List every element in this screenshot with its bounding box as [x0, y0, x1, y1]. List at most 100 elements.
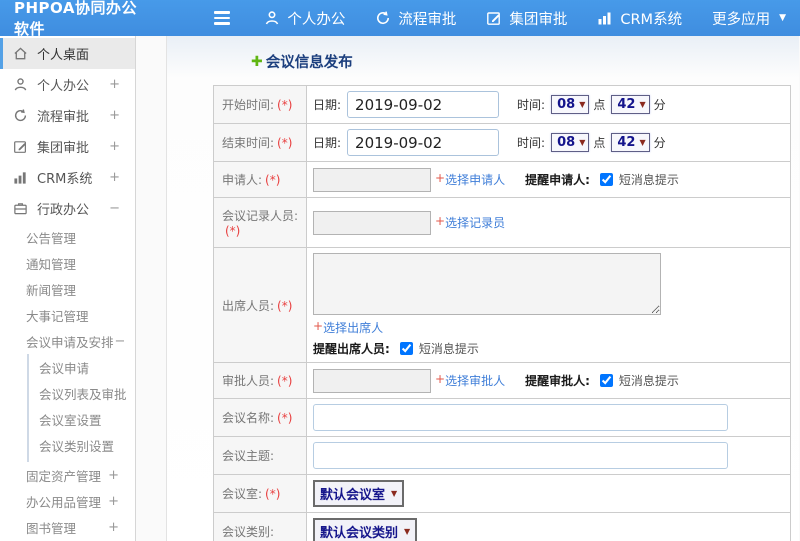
- row-applicant: 申请人: (*) + 选择申请人 提醒申请人: 短消息提示: [213, 161, 791, 198]
- chart-icon: [597, 10, 613, 26]
- applicant-sms-checkbox[interactable]: [599, 173, 613, 186]
- briefcase-icon: [14, 203, 27, 215]
- sidebar-item-fixed-assets-mgmt[interactable]: 固定资产管理 +: [0, 462, 135, 488]
- caret-down-icon: ▼: [779, 13, 786, 23]
- end-hour-select[interactable]: 08 ▼: [551, 133, 590, 152]
- applicant-input[interactable]: [313, 167, 431, 192]
- sidebar-item-office-supplies-mgmt[interactable]: 办公用品管理 +: [0, 488, 135, 514]
- attendees-textarea[interactable]: [313, 253, 661, 315]
- nav-process-approval[interactable]: 流程审批: [375, 8, 456, 29]
- process-icon: [14, 109, 27, 122]
- recorder-input[interactable]: [313, 210, 431, 235]
- meeting-name-input[interactable]: [313, 404, 728, 431]
- collapse-minus-icon[interactable]: −: [109, 201, 120, 216]
- approver-sms-checkbox[interactable]: [599, 374, 613, 387]
- row-start-time: 开始时间:(*) 日期: 时间: 08▼ 点 42▼ 分: [213, 85, 791, 124]
- caret-down-icon: ▼: [639, 138, 646, 147]
- end-date-input[interactable]: [347, 129, 500, 156]
- row-meeting-category: 会议类别: 默认会议类别 ▼: [213, 512, 791, 541]
- start-hour-select[interactable]: 08 ▼: [551, 95, 590, 114]
- date-label: 日期:: [313, 136, 342, 150]
- expand-plus-icon[interactable]: +: [108, 494, 119, 509]
- topbar: PHPOA协同办公软件 个人办公 流程审批 集团审批 CRM系统 更多应用 ▼: [0, 0, 800, 38]
- caret-down-icon: ▼: [391, 489, 398, 498]
- required-marker: (*): [277, 136, 293, 150]
- meeting-category-select[interactable]: 默认会议类别 ▼: [313, 518, 418, 541]
- top-nav: 个人办公 流程审批 集团审批 CRM系统 更多应用 ▼: [264, 8, 786, 29]
- end-minute-select[interactable]: 42 ▼: [611, 133, 650, 152]
- nav-more-apps[interactable]: 更多应用 ▼: [712, 8, 786, 29]
- caret-down-icon: ▼: [579, 100, 586, 109]
- sidebar-item-news-mgmt[interactable]: 新闻管理: [0, 276, 135, 302]
- app-brand: PHPOA协同办公软件: [14, 0, 137, 38]
- hamburger-icon[interactable]: [214, 11, 231, 25]
- meeting-room-select[interactable]: 默认会议室 ▼: [313, 480, 405, 507]
- sidebar-item-announcement-mgmt[interactable]: 公告管理: [0, 224, 135, 250]
- page-title: ✚ 会议信息发布: [251, 53, 353, 72]
- choose-recorder-link[interactable]: + 选择记录员: [435, 214, 505, 231]
- row-attendees: 出席人员: (*) + 选择出席人 提醒出席人员: 短消息提示: [213, 247, 791, 363]
- required-marker: (*): [277, 298, 293, 313]
- row-meeting-topic: 会议主题:: [213, 436, 791, 475]
- nav-group-approval[interactable]: 集团审批: [486, 8, 567, 29]
- sidebar-item-process-approval[interactable]: 流程审批 +: [0, 100, 135, 131]
- attendees-sms-checkbox[interactable]: [399, 342, 413, 355]
- collapse-minus-icon[interactable]: −: [115, 334, 126, 349]
- nav-personal-office[interactable]: 个人办公: [264, 8, 345, 29]
- chart-icon: [14, 172, 26, 184]
- sidebar-item-personal-desktop[interactable]: 个人桌面: [0, 38, 135, 69]
- caret-down-icon: ▼: [404, 527, 411, 536]
- required-marker: (*): [225, 224, 241, 238]
- sidebar-item-meeting-category-settings[interactable]: 会议类别设置: [29, 434, 135, 460]
- sidebar-item-meeting-room-settings[interactable]: 会议室设置: [29, 408, 135, 434]
- expand-plus-icon[interactable]: +: [108, 520, 119, 535]
- sidebar-item-events-mgmt[interactable]: 大事记管理: [0, 302, 135, 328]
- row-end-time: 结束时间:(*) 日期: 时间: 08▼ 点 42▼ 分: [213, 123, 791, 162]
- required-marker: (*): [277, 374, 293, 388]
- sidebar-item-admin-office[interactable]: 行政办公 −: [0, 193, 135, 224]
- sidebar-item-meeting-apply-arrange[interactable]: 会议申请及安排 −: [0, 328, 135, 354]
- required-marker: (*): [277, 411, 293, 425]
- sidebar-item-meeting-apply[interactable]: 会议申请: [29, 356, 135, 382]
- date-label: 日期:: [313, 98, 342, 112]
- row-meeting-name: 会议名称: (*): [213, 398, 791, 437]
- green-plus-icon: ✚: [251, 53, 263, 70]
- meeting-form: 开始时间:(*) 日期: 时间: 08▼ 点 42▼ 分 结束时间:(*) 日期…: [213, 85, 791, 541]
- row-meeting-room: 会议室: (*) 默认会议室 ▼: [213, 474, 791, 513]
- expand-plus-icon[interactable]: +: [109, 108, 120, 123]
- expand-plus-icon[interactable]: +: [109, 170, 120, 185]
- expand-plus-icon[interactable]: +: [108, 468, 119, 483]
- sidebar: 个人桌面 个人办公 + 流程审批 + 集团审批 + CRM系统 + 行政办公 −: [0, 36, 136, 541]
- sidebar-item-crm[interactable]: CRM系统 +: [0, 162, 135, 193]
- start-minute-select[interactable]: 42 ▼: [611, 95, 650, 114]
- sidebar-item-personal-office[interactable]: 个人办公 +: [0, 69, 135, 100]
- caret-down-icon: ▼: [639, 100, 646, 109]
- sidebar-item-meeting-list-approval[interactable]: 会议列表及审批: [29, 382, 135, 408]
- choose-applicant-link[interactable]: + 选择申请人: [435, 171, 505, 188]
- time-label: 时间:: [517, 98, 546, 112]
- sidebar-item-notice-mgmt[interactable]: 通知管理: [0, 250, 135, 276]
- time-label: 时间:: [517, 136, 546, 150]
- edit-icon: [14, 141, 26, 153]
- approver-input[interactable]: [313, 368, 431, 393]
- expand-plus-icon[interactable]: +: [109, 139, 120, 154]
- start-date-input[interactable]: [347, 91, 500, 118]
- required-marker: (*): [277, 98, 293, 112]
- choose-approver-link[interactable]: + 选择审批人: [435, 372, 505, 389]
- sidebar-item-group-approval[interactable]: 集团审批 +: [0, 131, 135, 162]
- meeting-submenu: 会议申请 会议列表及审批 会议室设置 会议类别设置: [27, 354, 135, 462]
- sidebar-item-books-mgmt[interactable]: 图书管理 +: [0, 514, 135, 540]
- expand-plus-icon[interactable]: +: [109, 77, 120, 92]
- caret-down-icon: ▼: [579, 138, 586, 147]
- nav-crm[interactable]: CRM系统: [597, 8, 682, 29]
- row-approver: 审批人员: (*) + 选择审批人 提醒审批人: 短消息提示: [213, 362, 791, 399]
- home-icon: [14, 47, 27, 60]
- meeting-topic-input[interactable]: [313, 442, 728, 469]
- required-marker: (*): [265, 487, 281, 501]
- person-icon: [264, 10, 280, 26]
- person-icon: [14, 78, 27, 91]
- edit-icon: [486, 10, 502, 26]
- choose-attendees-link[interactable]: + 选择出席人: [313, 319, 784, 336]
- process-icon: [375, 10, 391, 26]
- main-content: ✚ 会议信息发布 开始时间:(*) 日期: 时间: 08▼ 点 42▼ 分 结束…: [166, 36, 799, 541]
